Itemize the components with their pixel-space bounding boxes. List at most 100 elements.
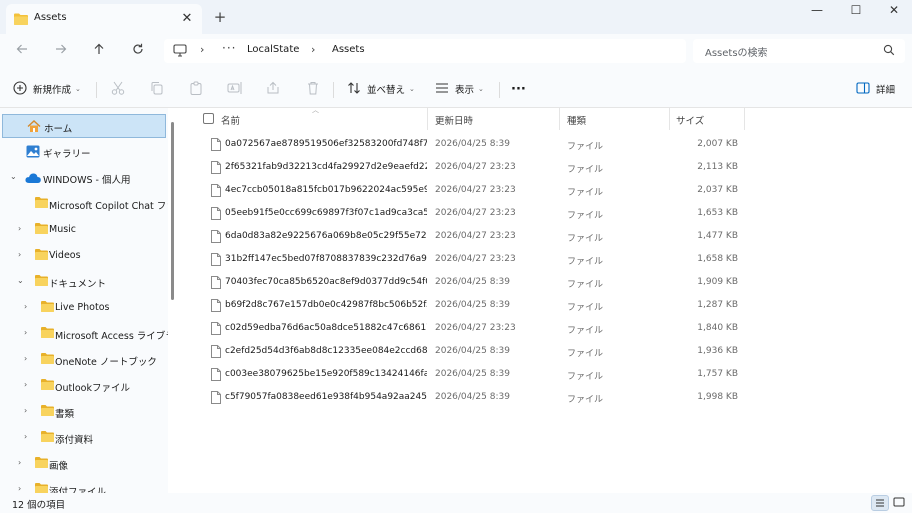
chevron-right-icon[interactable]: ›	[18, 484, 21, 493]
breadcrumb-assets[interactable]: Assets	[332, 44, 365, 55]
sidebar-item-videos[interactable]: › Videos	[0, 244, 168, 268]
chevron-right-icon[interactable]: ›	[24, 302, 27, 311]
file-row[interactable]: c02d59edba76d6ac50a8dce51882c47c68617...…	[180, 317, 746, 340]
column-divider[interactable]	[427, 108, 428, 130]
minimize-button[interactable]: —	[798, 0, 836, 22]
chevron-right-icon[interactable]: ›	[24, 328, 27, 337]
sidebar-item-images[interactable]: › 画像	[0, 452, 168, 476]
view-button[interactable]: 表示 ⌄	[435, 78, 484, 100]
new-tab-button[interactable]: +	[210, 7, 230, 27]
file-row[interactable]: 0a072567ae8789519506ef32583200fd748f7...…	[180, 133, 746, 156]
chevron-right-icon[interactable]: ›	[18, 250, 21, 259]
rename-button[interactable]	[227, 78, 243, 100]
sidebar-item-home[interactable]: ホーム	[2, 114, 166, 138]
file-row[interactable]: 70403fec70ca85b6520ac8ef9d0377dd9c54f0..…	[180, 271, 746, 294]
refresh-button[interactable]	[125, 39, 151, 63]
column-divider[interactable]	[559, 108, 560, 130]
sidebar-item-live-photos[interactable]: › Live Photos	[0, 296, 168, 320]
file-row[interactable]: 6da0d83a82e9225676a069b8e05c29f55e72d...…	[180, 225, 746, 248]
tiles-view-button[interactable]	[891, 495, 909, 511]
file-row[interactable]: 05eeb91f5e0cc699c69897f3f07c1ad9ca3ca5..…	[180, 202, 746, 225]
select-all-checkbox[interactable]	[203, 113, 214, 124]
breadcrumb-localstate[interactable]: LocalState	[247, 44, 299, 55]
up-button[interactable]	[86, 39, 112, 63]
sidebar-item-documents[interactable]: ⌄ ドキュメント	[0, 270, 168, 294]
share-button[interactable]	[266, 78, 280, 100]
tab-assets[interactable]: Assets ✕	[6, 4, 202, 34]
details-pane-button[interactable]: 詳細	[856, 78, 895, 100]
chevron-right-icon[interactable]: ›	[18, 458, 21, 467]
paste-button[interactable]	[189, 78, 203, 100]
toolbar-divider	[499, 82, 500, 98]
chevron-down-icon[interactable]: ⌄	[17, 276, 24, 285]
sidebar-item-copilot-chat[interactable]: Microsoft Copilot Chat ファイル	[0, 192, 168, 216]
file-type: ファイル	[567, 349, 604, 359]
file-name: c2efd25d54d3f6ab8d8c12335ee084e2ccd68...	[225, 346, 427, 356]
chevron-down-icon[interactable]: ⌄	[10, 172, 17, 181]
status-bar: 12 個の項目	[0, 493, 912, 513]
search-box[interactable]: Assetsの検索	[693, 39, 905, 63]
folder-icon	[35, 197, 48, 211]
file-name: 2f65321fab9d32213cd4fa29927d2e9eaefd22..…	[225, 162, 427, 172]
new-button[interactable]: 新規作成 ⌄	[13, 78, 81, 100]
sort-button[interactable]: 並べ替え ⌄	[347, 78, 415, 100]
sidebar-item-attached-files[interactable]: › 添付ファイル	[0, 478, 168, 493]
details-view-button[interactable]	[871, 495, 889, 511]
chevron-right-icon[interactable]: ›	[24, 406, 27, 415]
sidebar-item-papers[interactable]: › 書類	[0, 400, 168, 424]
cut-button[interactable]	[111, 78, 125, 100]
maximize-button[interactable]: ☐	[837, 0, 875, 22]
folder-icon	[35, 223, 48, 237]
file-icon	[211, 322, 221, 338]
column-header-size[interactable]: サイズ	[676, 113, 704, 127]
file-row[interactable]: 2f65321fab9d32213cd4fa29927d2e9eaefd22..…	[180, 156, 746, 179]
chevron-right-icon[interactable]: ›	[24, 354, 27, 363]
file-date: 2026/04/25 8:39	[435, 392, 510, 402]
tiles-view-icon	[893, 497, 905, 507]
file-name: c5f79057fa0838eed61e938f4b954a92aa2454..…	[225, 392, 427, 402]
column-divider[interactable]	[744, 108, 745, 130]
file-row[interactable]: c003ee38079625be15e920f589c13424146fa...…	[180, 363, 746, 386]
sidebar-scrollbar[interactable]	[171, 122, 174, 300]
tab-close-button[interactable]: ✕	[177, 9, 197, 29]
command-bar: 新規作成 ⌄ 並べ替え ⌄ 表示 ⌄ ··· 詳細	[0, 70, 912, 108]
folder-icon	[41, 379, 54, 393]
sidebar-item-music[interactable]: › Music	[0, 218, 168, 242]
more-options-button[interactable]: ···	[511, 78, 526, 100]
column-divider[interactable]	[669, 108, 670, 130]
file-row[interactable]: c2efd25d54d3f6ab8d8c12335ee084e2ccd68...…	[180, 340, 746, 363]
tab-title: Assets	[34, 12, 67, 23]
sidebar-item-gallery[interactable]: ギャラリー	[0, 140, 168, 164]
file-type: ファイル	[567, 303, 604, 313]
delete-button[interactable]	[306, 78, 320, 100]
column-header-name[interactable]: 名前	[221, 113, 240, 127]
sidebar-item-onenote[interactable]: › OneNote ノートブック	[0, 348, 168, 372]
column-header-date[interactable]: 更新日時	[435, 113, 473, 127]
file-name: 31b2ff147ec5bed07f8708837839c232d76a9...	[225, 254, 427, 264]
file-row[interactable]: 4ec7ccb05018a815fcb017b9622024ac595e9...…	[180, 179, 746, 202]
chevron-right-icon[interactable]: ›	[24, 432, 27, 441]
file-size: 2,113 KB	[697, 162, 738, 172]
home-icon	[27, 120, 41, 136]
column-header-type[interactable]: 種類	[567, 113, 586, 127]
file-size: 1,658 KB	[697, 254, 738, 264]
file-row[interactable]: 31b2ff147ec5bed07f8708837839c232d76a9...…	[180, 248, 746, 271]
chevron-right-icon[interactable]: ›	[18, 224, 21, 233]
sidebar-item-outlook-files[interactable]: › Outlookファイル	[0, 374, 168, 398]
copy-button[interactable]	[150, 78, 164, 100]
forward-button[interactable]	[48, 39, 74, 63]
close-window-button[interactable]: ✕	[875, 0, 912, 22]
folder-icon	[14, 13, 28, 28]
file-row[interactable]: c5f79057fa0838eed61e938f4b954a92aa2454..…	[180, 386, 746, 409]
address-bar[interactable]: › ··· LocalState › Assets	[164, 39, 686, 63]
sidebar-item-attachments[interactable]: › 添付資料	[0, 426, 168, 450]
sidebar-item-onedrive[interactable]: ⌄ WINDOWS - 個人用	[0, 166, 168, 190]
back-button[interactable]	[9, 39, 35, 63]
sidebar-item-access-library[interactable]: › Microsoft Access ライブラリ	[0, 322, 168, 346]
column-header-row: ︿ 名前 更新日時 種類 サイズ	[180, 106, 746, 130]
chevron-right-icon[interactable]: ›	[24, 380, 27, 389]
breadcrumb-overflow[interactable]: ···	[222, 41, 236, 55]
file-row[interactable]: b69f2d8c767e157db0e0c42987f8bc506b52f...…	[180, 294, 746, 317]
file-size: 1,936 KB	[697, 346, 738, 356]
file-date: 2026/04/27 23:23	[435, 162, 516, 172]
